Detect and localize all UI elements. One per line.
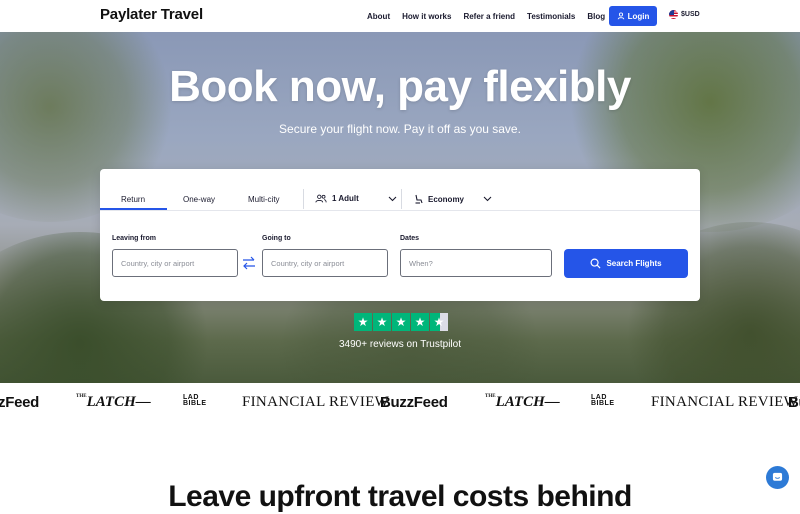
search-flights-button[interactable]: Search Flights <box>564 249 688 278</box>
tab-multi-city[interactable]: Multi-city <box>248 195 280 204</box>
chat-icon <box>772 472 783 481</box>
ladbible-logo: LAD BIBLE <box>183 394 207 407</box>
users-icon <box>315 194 327 203</box>
star-icon: ★ <box>373 313 391 331</box>
search-icon <box>590 258 601 269</box>
the-latch-logo: THELATCH— <box>76 394 151 410</box>
leaving-from-label: Leaving from <box>112 235 156 242</box>
nav-link-blog[interactable]: Blog <box>587 12 605 21</box>
cabin-class-selector[interactable]: Economy <box>414 194 492 204</box>
going-to-label: Going to <box>262 235 291 242</box>
currency-selector[interactable]: $USD <box>669 10 700 19</box>
tab-one-way[interactable]: One-way <box>183 195 215 204</box>
trip-type-tabs: Return One-way Multi-city 1 Adult Econom… <box>100 169 700 211</box>
section-heading: Leave upfront travel costs behind <box>168 480 632 513</box>
passenger-label: 1 Adult <box>332 194 359 203</box>
search-flights-label: Search Flights <box>606 259 662 268</box>
star-icon: ★ <box>411 313 429 331</box>
dates-label: Dates <box>400 235 420 242</box>
financial-review-logo: FINANCIAL REVIEW <box>242 394 390 410</box>
seat-icon <box>415 194 423 204</box>
going-to-input[interactable]: Country, city or airport <box>262 249 388 277</box>
hero-section: Book now, pay flexibly Secure your fligh… <box>0 32 800 383</box>
star-icon: ★ <box>354 313 372 331</box>
passenger-selector[interactable]: 1 Adult <box>315 194 397 203</box>
trustpilot-stars[interactable]: ★ ★ ★ ★ ★ <box>354 313 448 331</box>
currency-label: $USD <box>681 11 700 18</box>
cabin-class-label: Economy <box>428 194 465 204</box>
nav-link-about[interactable]: About <box>367 12 390 21</box>
site-logo[interactable]: Paylater Travel <box>100 6 203 23</box>
main-nav: About How it works Refer a friend Testim… <box>367 0 617 32</box>
swap-icon[interactable] <box>241 255 257 271</box>
flight-search-card: Return One-way Multi-city 1 Adult Econom… <box>100 169 700 301</box>
site-header: Paylater Travel About How it works Refer… <box>0 0 800 32</box>
buzzfeed-logo: zFeed <box>0 394 40 411</box>
login-button[interactable]: Login <box>609 6 657 26</box>
chevron-down-icon <box>388 196 397 201</box>
press-logos-strip: zFeed THELATCH— LAD BIBLE FINANCIAL REVIE… <box>0 383 800 421</box>
ladbible-logo: LAD BIBLE <box>591 394 615 407</box>
financial-review-logo: FINANCIAL REVIEW <box>651 394 799 410</box>
tab-divider <box>303 189 304 209</box>
star-half-icon: ★ <box>430 313 448 331</box>
hero-title: Book now, pay flexibly <box>169 62 631 111</box>
buzzfeed-logo: BuzzFeed <box>380 394 448 411</box>
trustpilot-reviews[interactable]: 3490+ reviews on Trustpilot <box>0 339 800 350</box>
nav-link-refer-a-friend[interactable]: Refer a friend <box>463 12 515 21</box>
login-label: Login <box>627 11 650 21</box>
active-tab-indicator <box>100 208 167 210</box>
hero-subtitle: Secure your flight now. Pay it off as yo… <box>279 122 521 136</box>
dates-input[interactable]: When? <box>400 249 552 277</box>
user-icon <box>617 12 624 20</box>
us-flag-icon <box>669 10 678 19</box>
tab-return[interactable]: Return <box>121 195 145 204</box>
nav-link-testimonials[interactable]: Testimonials <box>527 12 575 21</box>
nav-link-how-it-works[interactable]: How it works <box>402 12 451 21</box>
tab-divider <box>401 189 402 209</box>
star-icon: ★ <box>392 313 410 331</box>
leaving-from-input[interactable]: Country, city or airport <box>112 249 238 277</box>
the-latch-logo: THELATCH— <box>485 394 560 410</box>
buzzfeed-logo: Bu <box>788 394 800 411</box>
chat-button[interactable] <box>766 466 789 489</box>
chevron-down-icon <box>483 196 492 202</box>
